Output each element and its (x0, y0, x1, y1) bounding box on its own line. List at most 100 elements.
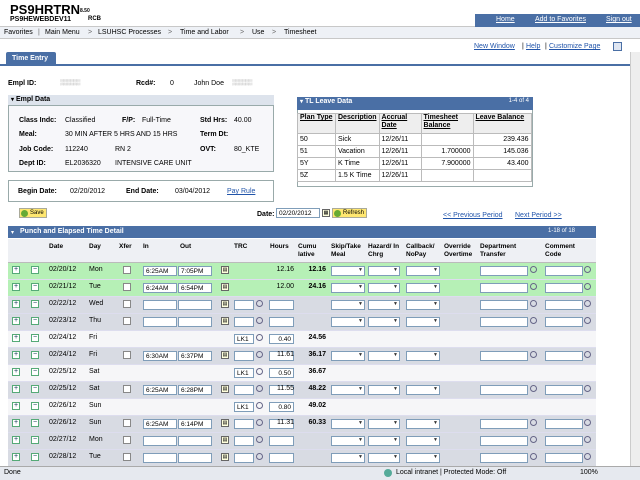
delete-row-button[interactable]: − (31, 317, 39, 325)
delete-row-button[interactable]: − (31, 300, 39, 308)
callback-nopay-select[interactable] (406, 317, 440, 327)
punch-detail-icon[interactable]: ▤ (221, 266, 229, 274)
lookup-icon[interactable] (530, 385, 537, 392)
skip-take-meal-select[interactable] (331, 419, 365, 429)
comment-code-input[interactable] (545, 283, 583, 293)
vertical-scrollbar[interactable] (630, 52, 640, 466)
breadcrumb-main-menu[interactable]: Main Menu (45, 29, 80, 36)
hazard-in-chrg-select[interactable] (368, 436, 400, 446)
new-window-link[interactable]: New Window (474, 43, 515, 50)
hazard-in-chrg-select[interactable] (368, 419, 400, 429)
callback-nopay-select[interactable] (406, 300, 440, 310)
lookup-icon[interactable] (256, 453, 263, 460)
next-period-link[interactable]: Next Period >> (515, 212, 562, 219)
trc-input[interactable] (234, 453, 254, 463)
punch-detail-icon[interactable]: ▤ (221, 385, 229, 393)
in-time-input[interactable]: 6:30AM (143, 351, 177, 361)
delete-row-button[interactable]: − (31, 266, 39, 274)
in-time-input[interactable]: 6:25AM (143, 266, 177, 276)
add-row-button[interactable]: + (12, 419, 20, 427)
calendar-icon[interactable]: ▦ (322, 209, 330, 217)
hours-input[interactable] (269, 317, 294, 327)
delete-row-button[interactable]: − (31, 368, 39, 376)
collapse-icon[interactable]: ▾ (300, 99, 303, 105)
add-row-button[interactable]: + (12, 266, 20, 274)
hazard-in-chrg-select[interactable] (368, 385, 400, 395)
lookup-icon[interactable] (256, 317, 263, 324)
out-time-input[interactable] (178, 436, 212, 446)
customize-page-link[interactable]: Customize Page (549, 43, 600, 50)
hours-input[interactable] (269, 300, 294, 310)
lookup-icon[interactable] (256, 351, 263, 358)
trc-input[interactable]: LK1 (234, 334, 254, 344)
callback-nopay-select[interactable] (406, 385, 440, 395)
hazard-in-chrg-select[interactable] (368, 266, 400, 276)
skip-take-meal-select[interactable] (331, 436, 365, 446)
comment-code-input[interactable] (545, 419, 583, 429)
skip-take-meal-select[interactable] (331, 300, 365, 310)
lookup-icon[interactable] (584, 436, 591, 443)
department-transfer-input[interactable] (480, 317, 528, 327)
department-transfer-input[interactable] (480, 436, 528, 446)
breadcrumb-time-and-labor[interactable]: Time and Labor (180, 29, 229, 36)
lookup-icon[interactable] (256, 334, 263, 341)
punch-detail-icon[interactable]: ▤ (221, 351, 229, 359)
lookup-icon[interactable] (530, 283, 537, 290)
pay-rule-link[interactable]: Pay Rule (227, 188, 255, 195)
collapse-icon[interactable]: ▾ (11, 229, 14, 236)
hazard-in-chrg-select[interactable] (368, 453, 400, 463)
lookup-icon[interactable] (256, 402, 263, 409)
department-transfer-input[interactable] (480, 351, 528, 361)
collapse-icon[interactable]: ▾ (11, 97, 14, 103)
punch-detail-icon[interactable]: ▤ (221, 317, 229, 325)
out-time-input[interactable] (178, 453, 212, 463)
lookup-icon[interactable] (256, 368, 263, 375)
punch-detail-icon[interactable]: ▤ (221, 419, 229, 427)
breadcrumb-lsuhsc-processes[interactable]: LSUHSC Processes (98, 29, 161, 36)
delete-row-button[interactable]: − (31, 334, 39, 342)
hazard-in-chrg-select[interactable] (368, 317, 400, 327)
add-to-favorites-link[interactable]: Add to Favorites (535, 16, 586, 23)
in-time-input[interactable] (143, 300, 177, 310)
department-transfer-input[interactable] (480, 300, 528, 310)
add-row-button[interactable]: + (12, 351, 20, 359)
trc-input[interactable]: LK1 (234, 368, 254, 378)
in-time-input[interactable]: 6:24AM (143, 283, 177, 293)
delete-row-button[interactable]: − (31, 385, 39, 393)
out-time-input[interactable]: 6:28PM (178, 385, 212, 395)
comment-code-input[interactable] (545, 436, 583, 446)
in-time-input[interactable]: 6:25AM (143, 385, 177, 395)
lookup-icon[interactable] (530, 419, 537, 426)
lookup-icon[interactable] (530, 351, 537, 358)
xfer-checkbox[interactable] (123, 351, 131, 359)
department-transfer-input[interactable] (480, 453, 528, 463)
punch-detail-icon[interactable]: ▤ (221, 453, 229, 461)
help-link[interactable]: Help (526, 43, 540, 50)
trc-input[interactable]: LK1 (234, 402, 254, 412)
previous-period-link[interactable]: << Previous Period (443, 212, 503, 219)
lookup-icon[interactable] (584, 283, 591, 290)
out-time-input[interactable]: 6:37PM (178, 351, 212, 361)
add-row-button[interactable]: + (12, 402, 20, 410)
xfer-checkbox[interactable] (123, 385, 131, 393)
out-time-input[interactable]: 6:54PM (178, 283, 212, 293)
hours-input[interactable] (269, 436, 294, 446)
add-row-button[interactable]: + (12, 334, 20, 342)
add-row-button[interactable]: + (12, 300, 20, 308)
col-accrual-date[interactable]: Accrual Date (378, 113, 422, 134)
in-time-input[interactable] (143, 436, 177, 446)
skip-take-meal-select[interactable] (331, 317, 365, 327)
xfer-checkbox[interactable] (123, 266, 131, 274)
tab-time-entry[interactable]: Time Entry (6, 52, 56, 66)
punch-detail-icon[interactable]: ▤ (221, 436, 229, 444)
xfer-checkbox[interactable] (123, 453, 131, 461)
comment-code-input[interactable] (545, 266, 583, 276)
hours-input[interactable]: 0.50 (269, 368, 294, 378)
date-input[interactable]: 02/20/2012 (276, 208, 320, 218)
comment-code-input[interactable] (545, 317, 583, 327)
comment-code-input[interactable] (545, 453, 583, 463)
hours-input[interactable]: 0.40 (269, 334, 294, 344)
save-button[interactable]: Save (19, 208, 47, 218)
department-transfer-input[interactable] (480, 385, 528, 395)
lookup-icon[interactable] (584, 385, 591, 392)
